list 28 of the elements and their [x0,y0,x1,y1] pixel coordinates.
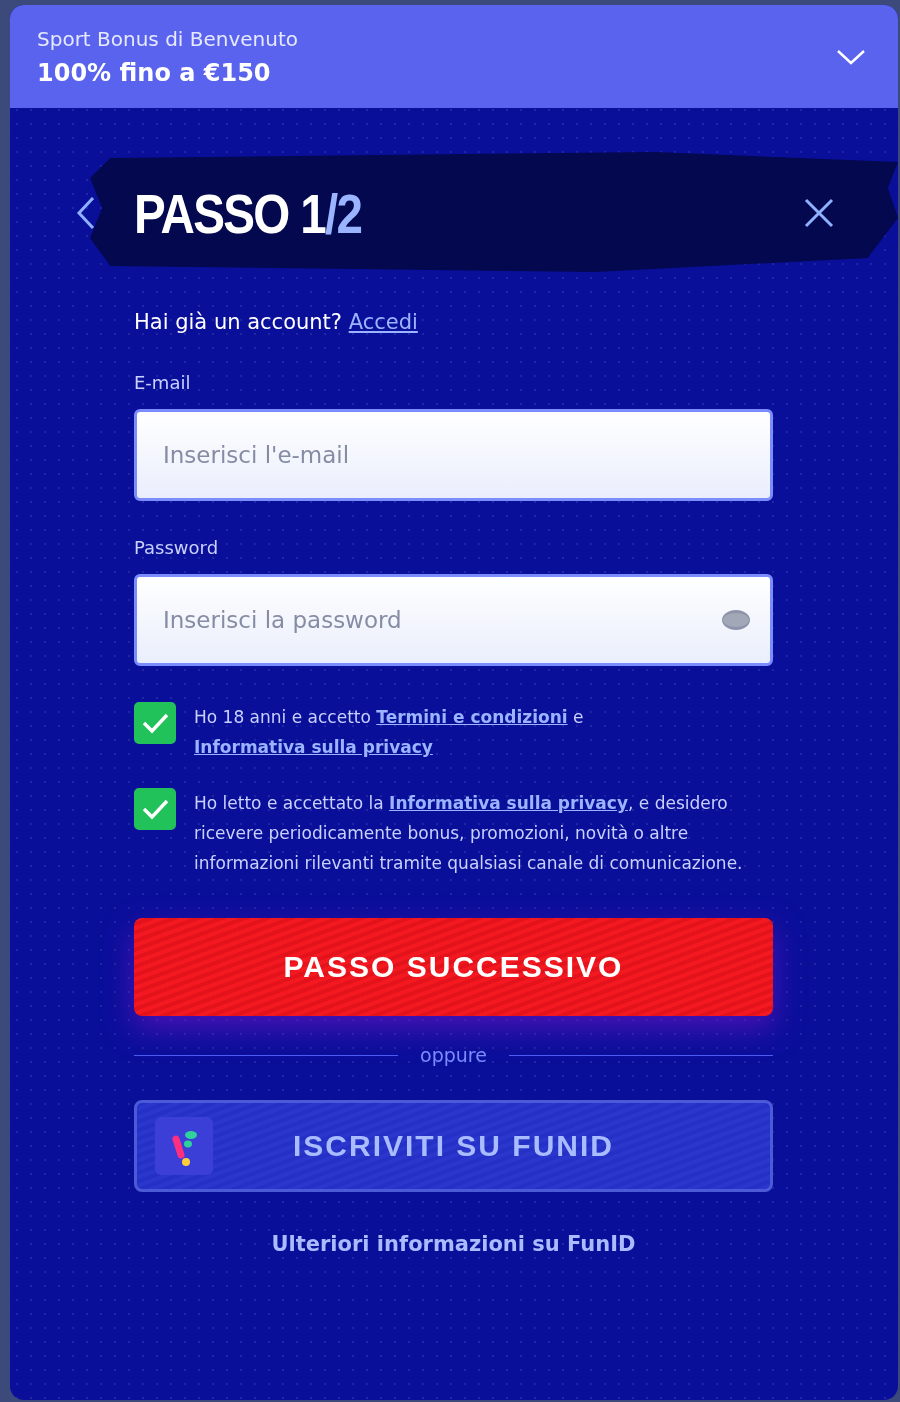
checkbox[interactable] [134,702,176,744]
check-icon [140,797,170,821]
bonus-subtitle: Sport Bonus di Benvenuto [37,26,298,51]
password-field[interactable]: Inserisci la password [134,574,773,666]
close-icon[interactable] [804,198,834,228]
funid-logo-icon [155,1117,213,1175]
field-label: Password [134,537,219,558]
consent-text: Ho letto e accettato la Informativa sulla privacy, e desidero ricevere periodicamente bonus, promozioni, novità o altre informazioni rilevanti tramite qualsiasi canale di comunicazione. [194,792,744,875]
login-prompt: Hai già un account? Accedi [134,310,418,334]
consent-text: Ho 18 anni e accetto Termini e condizioni e Informativa sulla privacy [194,706,585,759]
field-label: E-mail [134,372,191,393]
funid-signup-button[interactable]: ISCRIVITI SU FUNID [134,1100,773,1192]
bonus-banner[interactable]: Sport Bonus di Benvenuto 100% fino a €150 [10,5,898,108]
check-icon [140,711,170,735]
policy-link[interactable]: Informativa sulla privacy [389,793,628,813]
policy-link[interactable]: Termini e condizioni [376,707,568,727]
next-step-button[interactable]: PASSO SUCCESSIVO [134,918,773,1016]
back-icon[interactable] [76,196,96,230]
eye-icon[interactable] [721,609,751,631]
email-field[interactable]: Inserisci l'e-mail [134,409,773,501]
divider-text: oppure [420,1044,487,1066]
policy-link[interactable]: Informativa sulla privacy [194,737,433,757]
checkbox[interactable] [134,788,176,830]
bonus-headline: 100% fino a €150 [37,58,272,87]
chevron-icon[interactable] [836,47,866,66]
login-link[interactable]: Accedi [348,310,418,334]
step-title: PASSO 1/2 [134,180,362,246]
funid-info-link[interactable]: Ulteriori informazioni su FunID [271,1232,636,1256]
